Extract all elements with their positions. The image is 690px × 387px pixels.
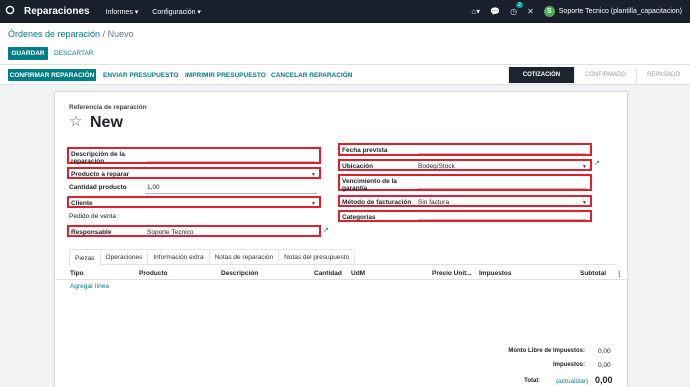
taxes-value: 0,00 bbox=[598, 362, 611, 369]
total-value: 0,00 bbox=[595, 375, 613, 385]
invoice-method-value[interactable]: Sin factura bbox=[418, 199, 449, 206]
print-quote-button[interactable]: IMPRIMIR PRESUPUESTO bbox=[185, 69, 266, 81]
warranty-field[interactable]: Vencimiento de la garantía bbox=[338, 174, 592, 193]
chat-badge: 2 bbox=[516, 2, 524, 8]
menu-configuracion[interactable]: Configuración ▾ bbox=[152, 8, 201, 16]
caret-down-icon[interactable]: ▼ bbox=[582, 200, 587, 206]
stage-bar: COTIZACIÓN CONFIRMADO REPASADO bbox=[507, 67, 690, 83]
status-bar: CONFIRMAR REPARACIÓN ENVIAR PRESUPUESTO … bbox=[0, 65, 690, 85]
column-header[interactable]: UdM bbox=[351, 270, 365, 277]
tab-notas-presupuesto[interactable]: Notas del presupuesto bbox=[278, 249, 356, 265]
product-field[interactable]: Producto a reparar ▼ bbox=[67, 167, 321, 179]
column-header[interactable]: Impuestos bbox=[479, 270, 512, 277]
column-header[interactable]: Descripción bbox=[221, 270, 258, 277]
discard-button[interactable]: DESCARTAR bbox=[54, 47, 94, 60]
location-label: Ubicación bbox=[342, 163, 374, 170]
column-header[interactable]: Precio Unit... bbox=[432, 270, 472, 277]
star-icon[interactable]: ☆ bbox=[69, 114, 82, 129]
breadcrumb-parent[interactable]: Órdenes de reparación bbox=[8, 29, 100, 39]
tab-informacion-extra[interactable]: Información extra bbox=[147, 249, 210, 265]
user-name: Soporte Tecnico (plantilla_capacitacion) bbox=[558, 8, 682, 15]
customer-field[interactable]: Cliente ▼ bbox=[67, 196, 321, 208]
taxes-label: Impuestos: bbox=[552, 362, 585, 368]
stage-reviewed[interactable]: REPASADO bbox=[636, 67, 690, 83]
total-label: Total: bbox=[524, 378, 540, 384]
table-header: Tipo Producto Descripción Cantidad UdM P… bbox=[55, 266, 627, 280]
categories-field[interactable]: Categorías bbox=[338, 210, 592, 222]
user-menu[interactable]: S Soporte Tecnico (plantilla_capacitacio… bbox=[543, 6, 682, 17]
description-field[interactable]: Descripción de la reparación bbox=[67, 147, 321, 166]
record-name: New bbox=[90, 114, 123, 131]
sale-order-label: Pedido de venta bbox=[69, 213, 116, 220]
recalculate-link[interactable]: (actualizar) bbox=[556, 378, 588, 385]
scheduled-date-field[interactable]: Fecha prevista bbox=[338, 143, 592, 156]
responsible-value[interactable]: Soporte Tecnico bbox=[147, 229, 194, 236]
location-field[interactable]: Ubicación Bodeg/Stock ▼ bbox=[338, 159, 592, 171]
cancel-repair-button[interactable]: CANCELAR REPARACIÓN bbox=[271, 69, 353, 81]
menu-informes[interactable]: Informes ▾ bbox=[106, 8, 139, 16]
quantity-value[interactable]: 1,00 bbox=[147, 184, 160, 191]
stage-confirmed[interactable]: CONFIRMADO bbox=[574, 67, 636, 83]
untaxed-value: 0,00 bbox=[598, 348, 611, 355]
tab-piezas[interactable]: Piezas bbox=[69, 249, 101, 266]
quantity-label: Cantidad producto bbox=[69, 184, 127, 191]
send-quote-button[interactable]: ENVIAR PRESUPUESTO bbox=[103, 69, 178, 81]
save-button[interactable]: GUARDAR bbox=[8, 47, 48, 60]
column-header[interactable]: Producto bbox=[139, 270, 168, 277]
breadcrumb-separator: / bbox=[102, 29, 106, 39]
external-link-icon[interactable]: ↗ bbox=[594, 159, 600, 167]
grid-icon[interactable] bbox=[0, 5, 20, 18]
column-header[interactable]: Tipo bbox=[70, 270, 84, 277]
caret-down-icon[interactable]: ▼ bbox=[311, 201, 316, 207]
invoice-method-field[interactable]: Método de facturación Sin factura ▼ bbox=[338, 195, 592, 207]
app-name[interactable]: Reparaciones bbox=[24, 6, 90, 17]
caret-down-icon[interactable]: ▼ bbox=[311, 172, 316, 178]
caret-down-icon[interactable]: ▼ bbox=[582, 164, 587, 170]
description-label: Descripción de la reparación bbox=[71, 151, 125, 166]
scheduled-date-label: Fecha prevista bbox=[342, 147, 388, 154]
column-header[interactable]: Cantidad bbox=[314, 270, 342, 277]
breadcrumb-current: Nuevo bbox=[107, 29, 134, 39]
top-navbar: Reparaciones Informes ▾ Configuración ▾ … bbox=[0, 0, 690, 23]
home-icon[interactable]: ⌂▾ bbox=[471, 7, 480, 16]
notebook-tabs: Piezas Operaciones Información extra Not… bbox=[69, 249, 615, 266]
tools-icon[interactable]: ✕ bbox=[527, 7, 534, 16]
add-line-link[interactable]: Agregar línea bbox=[70, 283, 109, 290]
form-sheet: Referencia de reparación ☆ New Descripci… bbox=[54, 91, 628, 387]
breadcrumb: Órdenes de reparación / Nuevo bbox=[8, 29, 134, 39]
stage-quotation[interactable]: COTIZACIÓN bbox=[507, 67, 575, 83]
tab-operaciones[interactable]: Operaciones bbox=[99, 249, 149, 265]
tab-notas-reparacion[interactable]: Notas de reparación bbox=[208, 249, 280, 265]
chat-icon[interactable]: 💬 bbox=[490, 7, 500, 16]
warranty-label: Vencimiento de la garantía bbox=[342, 178, 397, 193]
invoice-method-label: Método de facturación bbox=[342, 199, 412, 206]
confirm-repair-button[interactable]: CONFIRMAR REPARACIÓN bbox=[8, 69, 96, 81]
reference-label: Referencia de reparación bbox=[69, 104, 147, 111]
responsible-label: Responsable bbox=[71, 229, 112, 236]
control-panel: Órdenes de reparación / Nuevo GUARDAR DE… bbox=[0, 23, 690, 65]
sale-order-field: Pedido de venta bbox=[67, 211, 321, 223]
product-label: Producto a reparar bbox=[71, 171, 130, 178]
column-options-icon[interactable]: ⋮ bbox=[616, 270, 623, 278]
column-header[interactable]: Subtotal bbox=[580, 270, 606, 277]
external-link-icon[interactable]: ↗ bbox=[323, 226, 329, 234]
avatar: S bbox=[543, 6, 555, 17]
location-value[interactable]: Bodeg/Stock bbox=[418, 163, 455, 170]
untaxed-label: Monto Libre de Impuestos: bbox=[508, 348, 585, 354]
quantity-field[interactable]: Cantidad producto 1,00 bbox=[67, 182, 321, 194]
activity-icon[interactable]: ◷ 2 bbox=[510, 2, 524, 16]
categories-label: Categorías bbox=[342, 214, 376, 221]
customer-label: Cliente bbox=[71, 200, 93, 207]
responsible-field[interactable]: Responsable Soporte Tecnico bbox=[67, 225, 321, 237]
